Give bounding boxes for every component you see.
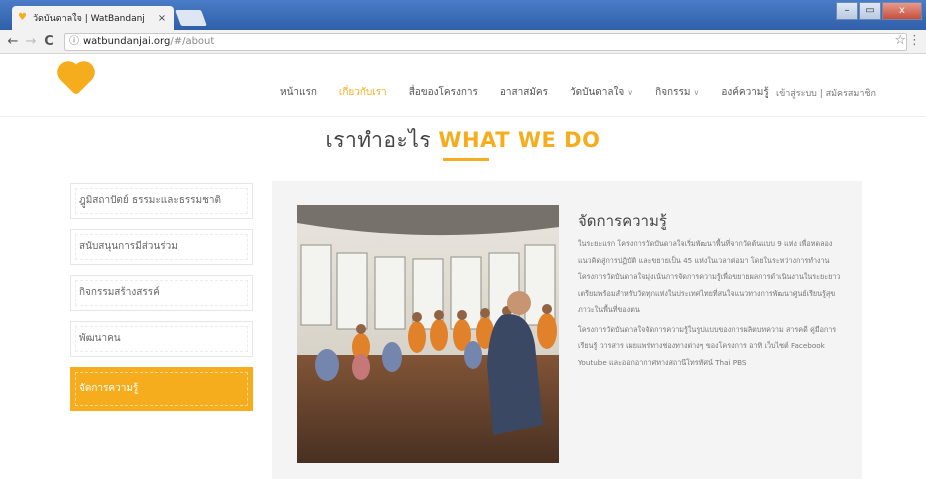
site-logo[interactable] <box>60 64 92 107</box>
content-paragraph: ในระยะแรก โครงการวัดบันดาลใจเริ่มพัฒนาพื… <box>578 239 841 314</box>
nav-item-label: อาสาสมัคร <box>499 87 548 98</box>
nav-item[interactable]: หน้าแรก <box>280 85 317 100</box>
content-paragraph: โครงการวัดบันดาลใจจัดการความรู้ในรูปแบบข… <box>578 324 837 367</box>
content-title: จัดการความรู้ <box>578 212 667 230</box>
nav-item[interactable]: องค์ความรู้ <box>721 85 768 100</box>
section-sidebar: ฎูมิสถาปัตย์ ธรรมะและธรรมชาติสนับสนุนการ… <box>70 183 253 421</box>
url-path: /#/about <box>170 36 215 47</box>
nav-item[interactable]: เกี่ยวกับเรา <box>339 85 387 100</box>
browser-menu-icon[interactable]: ⋮ <box>908 33 921 48</box>
forward-arrow-icon[interactable]: → <box>22 33 40 51</box>
address-bar[interactable]: ⓘ watbundanjai.org/#/about <box>64 33 907 51</box>
info-icon[interactable]: ⓘ <box>69 36 79 47</box>
sidebar-item[interactable]: พัฒนาคน <box>70 321 253 357</box>
nav-item-label: วัดบันดาลใจ <box>570 87 625 98</box>
heading-underline <box>443 158 489 161</box>
browser-toolbar: ← → C ⓘ watbundanjai.org/#/about ☆ ⋮ <box>0 30 926 54</box>
back-arrow-icon[interactable]: ← <box>4 33 22 51</box>
heart-favicon-icon: ♥ <box>18 12 27 23</box>
nav-item[interactable]: กิจกรรม ∨ <box>655 85 699 100</box>
nav-item-label: กิจกรรม <box>655 87 691 98</box>
sidebar-item[interactable]: กิจกรรมสร้างสรรค์ <box>70 275 253 311</box>
login-register-link[interactable]: เข้าสู่ระบบ | สมัครสมาชิก <box>776 86 876 100</box>
nav-item[interactable]: อาสาสมัคร <box>500 85 548 100</box>
section-heading: เราทำอะไร WHAT WE DO <box>0 124 926 157</box>
main-nav: หน้าแรก เกี่ยวกับเรา สื่อของโครงการ อาสาสมั… <box>280 85 791 100</box>
classroom-photo <box>297 205 559 463</box>
sidebar-item[interactable]: จัดการความรู้ <box>70 367 253 411</box>
url-host: watbundanjai.org <box>83 36 171 47</box>
content-panel: จัดการความรู้ ในระยะแรก โครงการวัดบันดาล… <box>272 181 862 479</box>
site-header: หน้าแรก เกี่ยวกับเรา สื่อของโครงการ อาสาสมั… <box>0 55 926 117</box>
browser-tab[interactable]: ♥ วัดบันดาลใจ | WatBandanj × <box>12 6 174 30</box>
nav-item-label: สื่อของโครงการ <box>408 87 478 98</box>
content-body: ในระยะแรก โครงการวัดบันดาลใจเริ่มพัฒนาพื… <box>578 236 846 374</box>
sidebar-item[interactable]: ฎูมิสถาปัตย์ ธรรมะและธรรมชาติ <box>70 183 253 219</box>
minimize-button[interactable]: – <box>836 2 858 20</box>
heart-logo-icon <box>60 64 92 96</box>
nav-item[interactable]: วัดบันดาลใจ ∨ <box>570 85 633 100</box>
chevron-down-icon: ∨ <box>627 88 634 97</box>
nav-item[interactable]: สื่อของโครงการ <box>409 85 478 100</box>
heading-thai: เราทำอะไร <box>325 128 439 152</box>
classroom-photo-illustration <box>297 205 559 463</box>
bookmark-star-icon[interactable]: ☆ <box>894 33 906 48</box>
window-close-button[interactable]: x <box>882 2 922 20</box>
tab-close-icon[interactable]: × <box>156 13 168 24</box>
reload-icon[interactable]: C <box>40 33 58 51</box>
nav-item-label: หน้าแรก <box>280 87 317 98</box>
maximize-button[interactable]: ▭ <box>859 2 881 20</box>
tab-title: วัดบันดาลใจ | WatBandanj <box>33 14 145 24</box>
new-tab-button[interactable] <box>175 10 207 26</box>
chevron-down-icon: ∨ <box>693 88 700 97</box>
nav-item-label: เกี่ยวกับเรา <box>338 87 387 98</box>
window-controls: – ▭ x <box>835 2 922 20</box>
sidebar-item[interactable]: สนับสนุนการมีส่วนร่วม <box>70 229 253 265</box>
nav-item-label: องค์ความรู้ <box>721 87 769 98</box>
heading-english: WHAT WE DO <box>438 128 601 152</box>
browser-titlebar: ♥ วัดบันดาลใจ | WatBandanj × – ▭ x <box>0 0 926 30</box>
